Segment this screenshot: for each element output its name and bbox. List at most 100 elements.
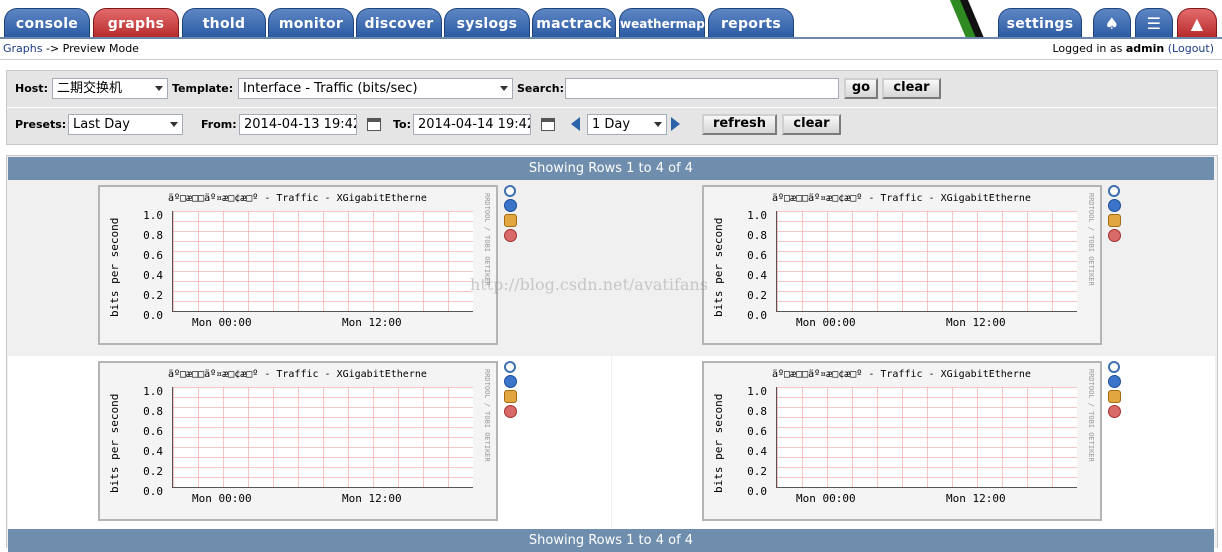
breadcrumb-current: -> Preview Mode — [45, 42, 139, 55]
properties-icon[interactable] — [504, 214, 517, 227]
host-select-value: 二期交换机 — [57, 81, 123, 96]
clear-timespan-button[interactable]: clear — [782, 114, 841, 135]
graph-y-tick: 0.2 — [143, 289, 163, 302]
results-header: Showing Rows 1 to 4 of 4 — [8, 157, 1214, 180]
shift-left-arrow-icon[interactable] — [571, 117, 580, 131]
tab-weathermap[interactable]: weathermap — [619, 8, 705, 38]
scroll-top-icon[interactable] — [1108, 229, 1121, 242]
traffic-graph[interactable]: äº□æ□□äº¤æ□¢æ□º - Traffic - XGigabitEthe… — [702, 361, 1102, 521]
graph-x-tick: Mon 12:00 — [342, 492, 402, 505]
graph-plot-area — [776, 387, 1077, 488]
graph-y-tick: 1.0 — [143, 385, 163, 398]
logout-link[interactable]: (Logout) — [1168, 42, 1214, 55]
graph-y-tick: 1.0 — [747, 385, 767, 398]
go-button[interactable]: go — [844, 78, 878, 99]
calendar-icon[interactable] — [541, 118, 555, 131]
results-footer: Showing Rows 1 to 4 of 4 — [8, 529, 1214, 552]
traffic-graph[interactable]: äº□æ□□äº¤æ□¢æ□º - Traffic - XGigabitEthe… — [98, 361, 498, 521]
graph-y-tick: 0.4 — [143, 269, 163, 282]
graph-cell: äº□æ□□äº¤æ□¢æ□º - Traffic - XGigabitEthe… — [612, 356, 1215, 531]
tab-mactrack[interactable]: mactrack — [532, 8, 616, 38]
refresh-button[interactable]: refresh — [702, 114, 777, 135]
top-nav-bar: console graphs thold monitor discover sy… — [0, 0, 1222, 39]
tab-monitor[interactable]: monitor — [268, 8, 354, 38]
graph-cell: äº□æ□□äº¤æ□¢æ□º - Traffic - XGigabitEthe… — [8, 180, 611, 355]
graph-action-icons — [504, 185, 520, 244]
timespan-select[interactable]: 1 Day — [587, 114, 667, 135]
search-input[interactable] — [565, 78, 839, 99]
graph-title: äº□æ□□äº¤æ□¢æ□º - Traffic - XGigabitEthe… — [772, 193, 1031, 204]
graph-y-axis-label: bits per second — [108, 217, 121, 317]
template-select[interactable]: Interface - Traffic (bits/sec) — [238, 78, 513, 99]
zoom-icon[interactable] — [1108, 361, 1120, 373]
traffic-graph[interactable]: äº□æ□□äº¤æ□¢æ□º - Traffic - XGigabitEthe… — [702, 185, 1102, 345]
host-label: Host: — [15, 82, 48, 95]
graph-y-tick: 0.2 — [143, 465, 163, 478]
tab-thold[interactable]: thold — [182, 8, 266, 38]
export-csv-icon[interactable] — [504, 199, 517, 212]
zoom-icon[interactable] — [1108, 185, 1120, 197]
shift-right-arrow-icon[interactable] — [671, 117, 680, 131]
graph-y-tick: 1.0 — [747, 209, 767, 222]
graph-action-icons — [1108, 185, 1124, 244]
presets-label: Presets: — [15, 118, 67, 131]
scroll-top-icon[interactable] — [504, 405, 517, 418]
rrdtool-credit: RRDTOOL / TOBI OETIKER — [1087, 369, 1095, 462]
tree-view-tab[interactable]: ♠ — [1093, 8, 1131, 38]
graph-results: Showing Rows 1 to 4 of 4 äº□æ□□äº¤æ□¢æ□º… — [6, 155, 1218, 552]
watermark-text: http://blog.csdn.net/avatifans — [470, 275, 708, 294]
graph-y-tick: 0.6 — [747, 249, 767, 262]
breadcrumb-graphs-link[interactable]: Graphs — [3, 42, 42, 55]
scroll-top-icon[interactable] — [504, 229, 517, 242]
zoom-icon[interactable] — [504, 185, 516, 197]
graph-action-icons — [1108, 361, 1124, 420]
graph-y-axis-label: bits per second — [108, 393, 121, 493]
graph-cell: äº□æ□□äº¤æ□¢æ□º - Traffic - XGigabitEthe… — [8, 356, 611, 531]
tab-console[interactable]: console — [4, 8, 90, 38]
filter-separator — [7, 107, 1217, 108]
host-select[interactable]: 二期交换机 — [52, 78, 168, 99]
graph-y-tick: 0.8 — [143, 229, 163, 242]
tab-discover[interactable]: discover — [356, 8, 442, 38]
export-csv-icon[interactable] — [504, 375, 517, 388]
graph-filter-panel: Host: 二期交换机 Template: Interface - Traffi… — [6, 70, 1218, 145]
to-date-input[interactable]: 2014-04-14 19:42 — [413, 114, 531, 135]
template-select-value: Interface - Traffic (bits/sec) — [243, 81, 418, 96]
to-label: To: — [393, 118, 411, 131]
graph-x-tick: Mon 00:00 — [796, 492, 856, 505]
export-csv-icon[interactable] — [1108, 199, 1121, 212]
properties-icon[interactable] — [1108, 214, 1121, 227]
graph-y-tick: 0.6 — [143, 249, 163, 262]
preview-view-tab[interactable]: ▲ — [1177, 8, 1217, 38]
scroll-top-icon[interactable] — [1108, 405, 1121, 418]
graph-y-tick: 0.4 — [747, 445, 767, 458]
zoom-icon[interactable] — [504, 361, 516, 373]
properties-icon[interactable] — [1108, 390, 1121, 403]
graph-y-tick: 0.6 — [747, 425, 767, 438]
preview-icon: ▲ — [1190, 14, 1204, 33]
calendar-icon[interactable] — [367, 118, 381, 131]
export-csv-icon[interactable] — [1108, 375, 1121, 388]
graph-y-tick: 0.2 — [747, 289, 767, 302]
tab-reports[interactable]: reports — [708, 8, 794, 38]
graph-x-tick: Mon 12:00 — [946, 316, 1006, 329]
chevron-down-icon — [155, 86, 163, 91]
clear-filter-button[interactable]: clear — [882, 78, 941, 99]
traffic-graph[interactable]: äº□æ□□äº¤æ□¢æ□º - Traffic - XGigabitEthe… — [98, 185, 498, 345]
graph-y-tick: 0.8 — [143, 405, 163, 418]
from-date-input[interactable]: 2014-04-13 19:42 — [239, 114, 357, 135]
graph-y-axis-label: bits per second — [712, 393, 725, 493]
from-label: From: — [201, 118, 237, 131]
graph-y-tick: 0.4 — [747, 269, 767, 282]
graph-y-tick: 1.0 — [143, 209, 163, 222]
graph-y-tick: 0.4 — [143, 445, 163, 458]
properties-icon[interactable] — [504, 390, 517, 403]
chevron-down-icon — [500, 86, 508, 91]
tab-graphs[interactable]: graphs — [93, 8, 179, 38]
presets-select[interactable]: Last Day — [68, 114, 183, 135]
tab-settings[interactable]: settings — [998, 8, 1082, 38]
graph-x-tick: Mon 12:00 — [342, 316, 402, 329]
list-view-tab[interactable]: ☰ — [1135, 8, 1173, 38]
search-label: Search: — [517, 82, 564, 95]
tab-syslogs[interactable]: syslogs — [444, 8, 530, 38]
